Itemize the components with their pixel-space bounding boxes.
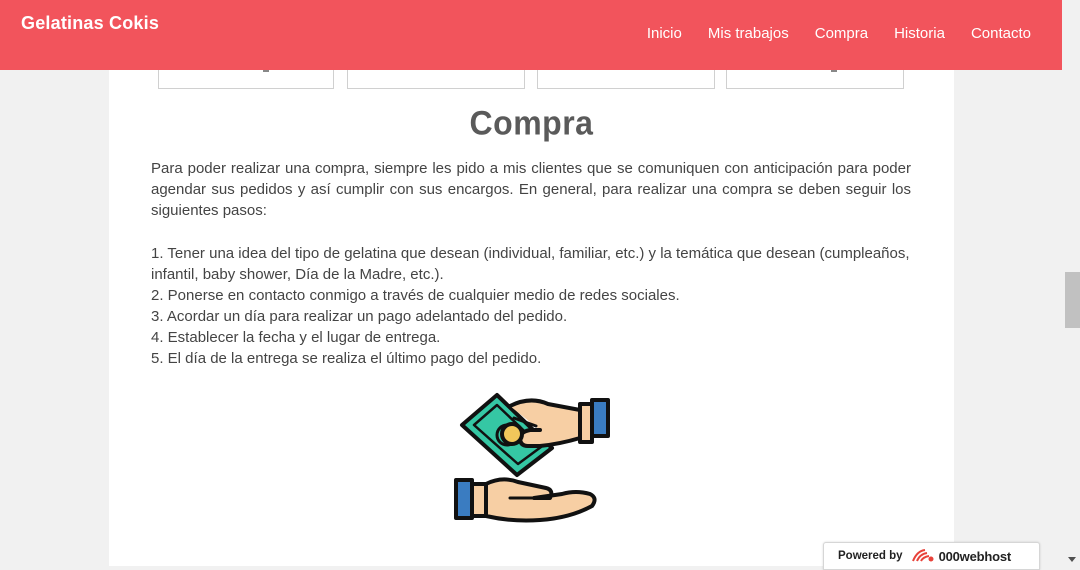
nav-link-inicio[interactable]: Inicio bbox=[647, 25, 682, 42]
list-item: 5. El día de la entrega se realiza el úl… bbox=[151, 350, 542, 367]
scrollbar[interactable] bbox=[1062, 0, 1080, 566]
nav-link-compra[interactable]: Compra bbox=[815, 25, 868, 42]
powered-by-label: Powered by bbox=[838, 550, 903, 562]
main-nav: Inicio Mis trabajos Compra Historia Cont… bbox=[621, 25, 1031, 42]
000webhost-logo-icon bbox=[911, 547, 935, 566]
gallery-card[interactable] bbox=[158, 70, 334, 89]
site-brand[interactable]: Gelatinas Cokis bbox=[21, 13, 159, 34]
intro-paragraph: Para poder realizar una compra, siempre … bbox=[151, 160, 911, 219]
page-title: Compra bbox=[469, 103, 594, 143]
scrollbar-thumb[interactable] bbox=[1065, 272, 1080, 328]
hands-money-exchange-icon bbox=[450, 390, 615, 525]
gallery-card[interactable] bbox=[726, 70, 904, 89]
list-item: 3. Acordar un día para realizar un pago … bbox=[151, 308, 568, 325]
nav-link-mis-trabajos[interactable]: Mis trabajos bbox=[708, 25, 789, 42]
scroll-down-arrow-icon[interactable] bbox=[1068, 557, 1076, 562]
gallery-card[interactable] bbox=[537, 70, 715, 89]
list-item: 4. Establecer la fecha y el lugar de ent… bbox=[151, 329, 441, 346]
list-item: 1. Tener una idea del tipo de gelatina q… bbox=[151, 245, 910, 283]
nav-link-contacto[interactable]: Contacto bbox=[971, 25, 1031, 42]
navbar: Gelatinas Cokis Inicio Mis trabajos Comp… bbox=[0, 0, 1062, 70]
steps-list: 1. Tener una idea del tipo de gelatina q… bbox=[151, 243, 911, 369]
powered-by-brand: 000webhost bbox=[938, 548, 1012, 564]
nav-link-historia[interactable]: Historia bbox=[894, 25, 945, 42]
list-item: 2. Ponerse en contacto conmigo a través … bbox=[151, 287, 680, 304]
gallery-card[interactable] bbox=[347, 70, 525, 89]
